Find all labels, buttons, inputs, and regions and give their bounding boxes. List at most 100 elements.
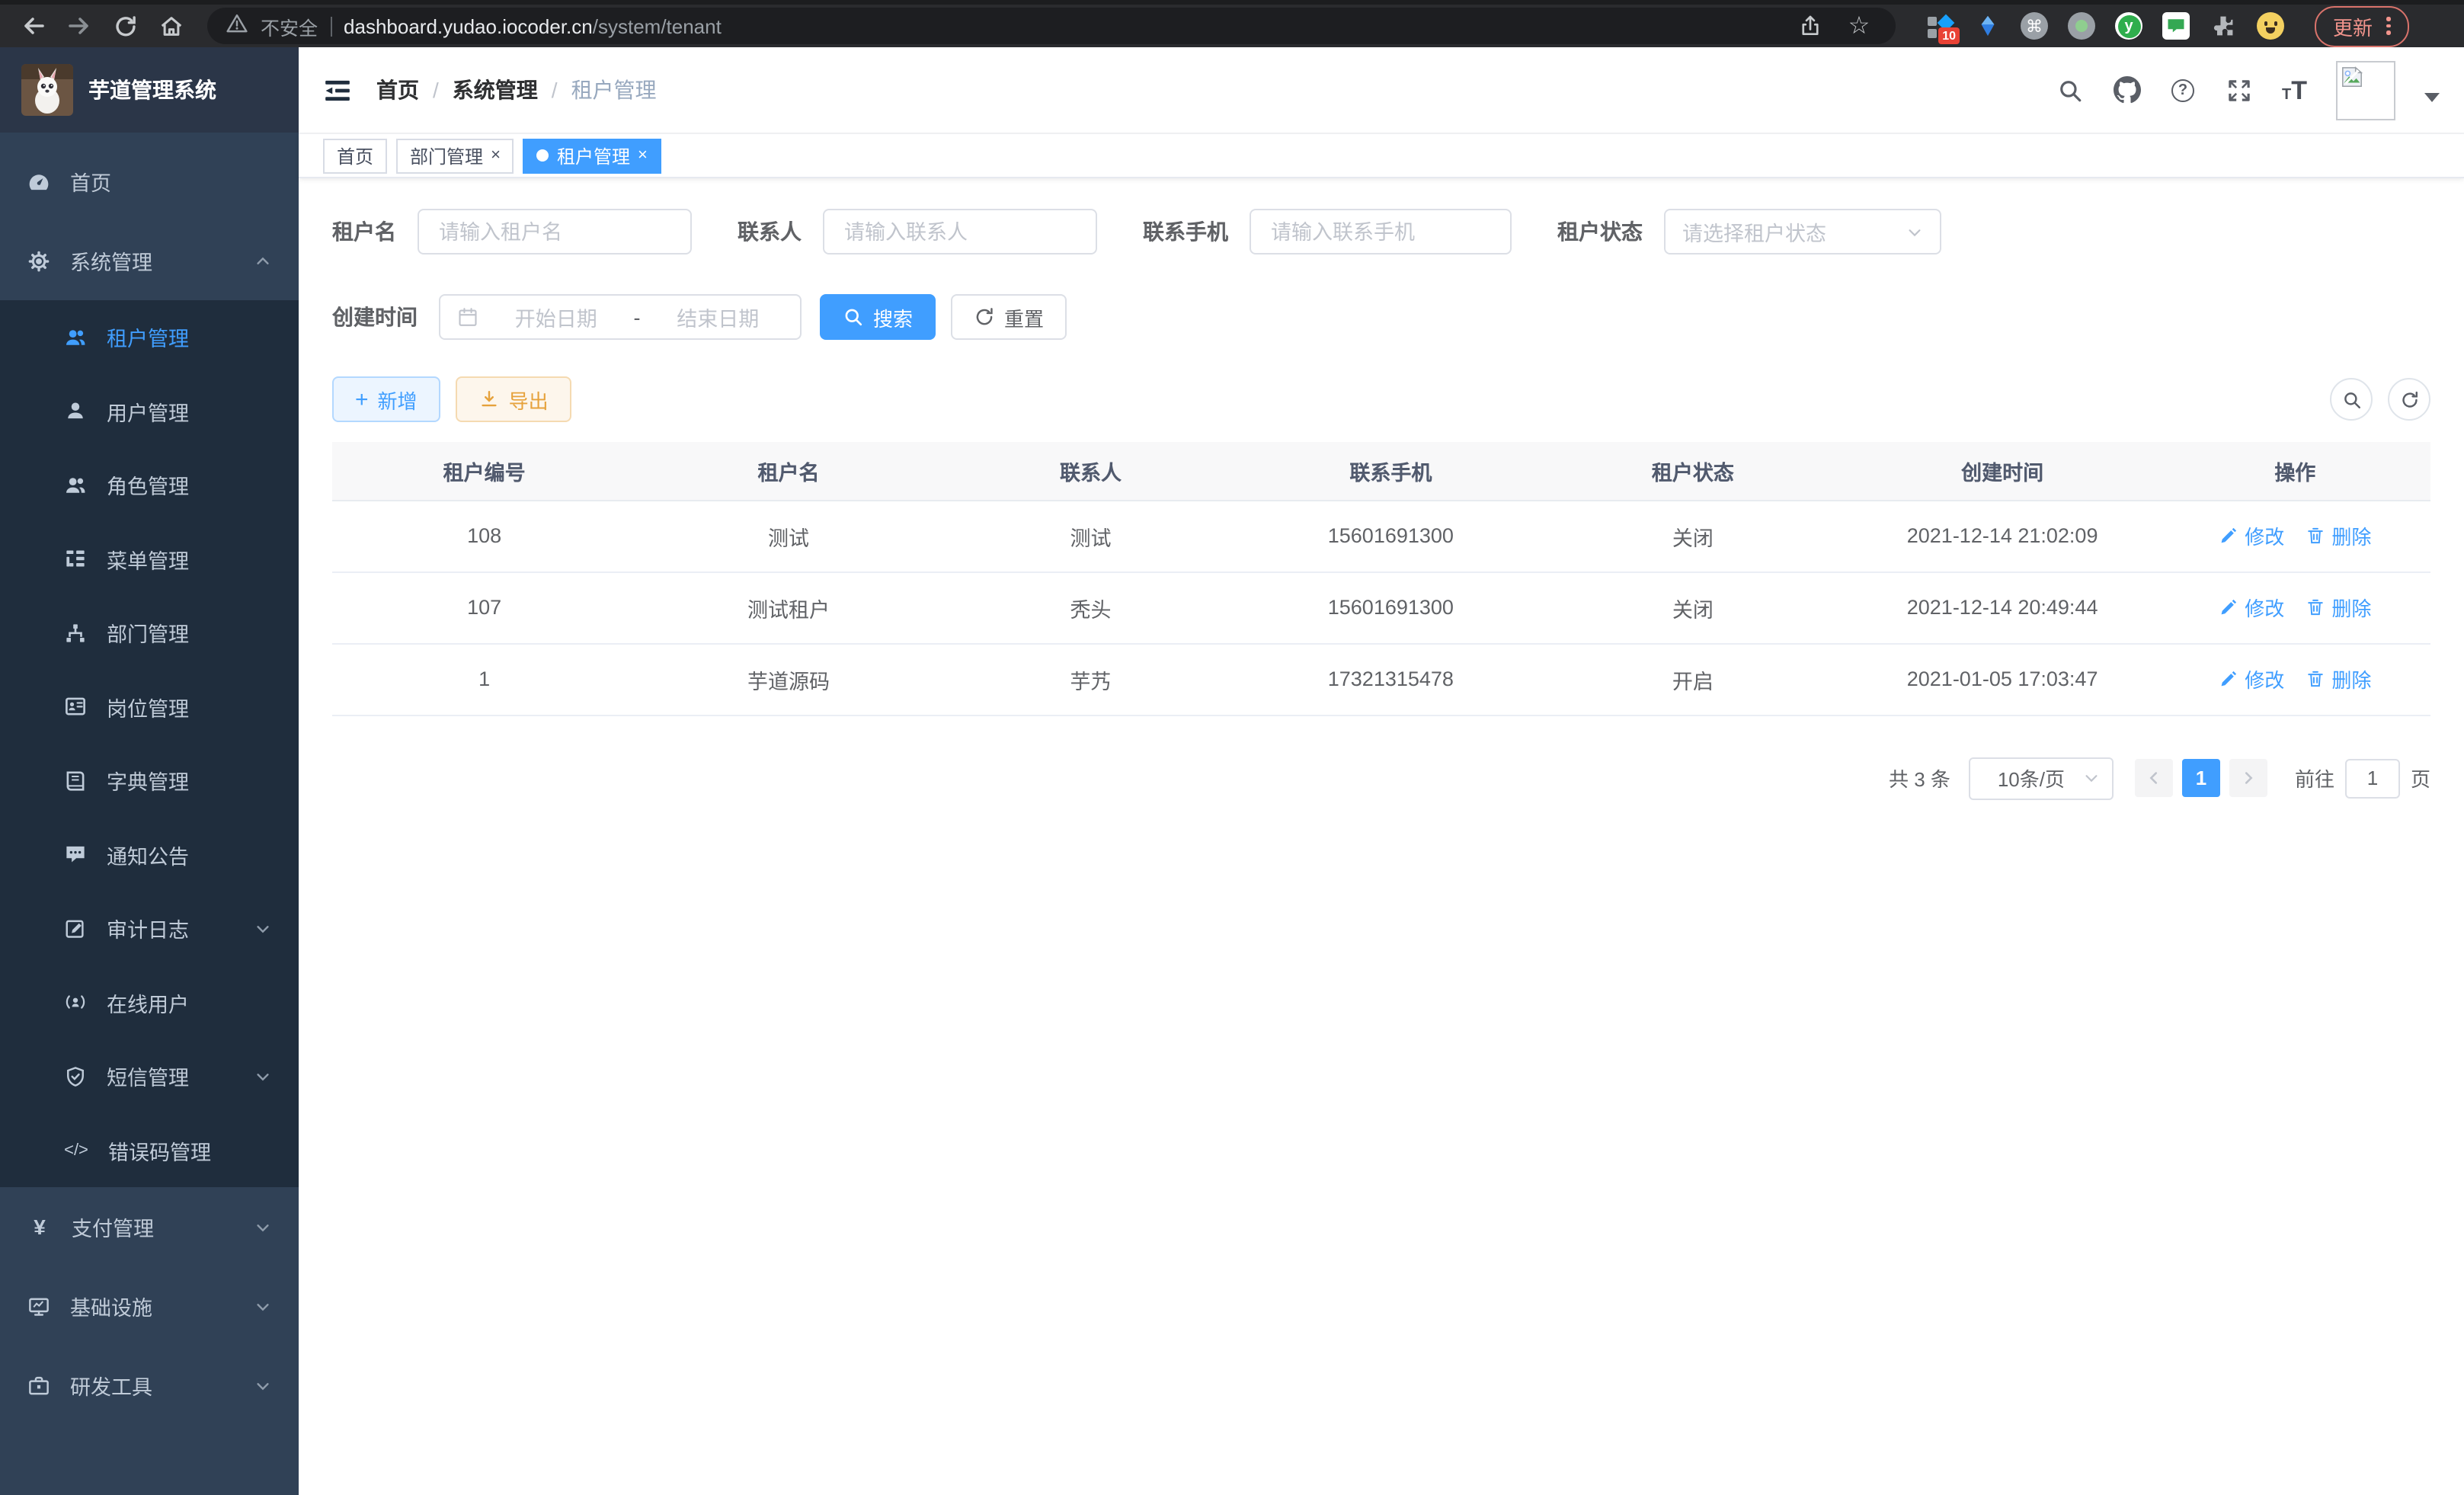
extension-grid-icon[interactable]: 10 bbox=[1926, 12, 1954, 40]
avatar-caret-icon[interactable] bbox=[2424, 92, 2440, 109]
next-page-button[interactable] bbox=[2229, 759, 2267, 797]
sidebar-item-online-users[interactable]: 在线用户 bbox=[0, 965, 299, 1039]
forward-icon[interactable] bbox=[61, 8, 98, 44]
extension-dot-icon[interactable] bbox=[2068, 12, 2095, 40]
back-icon[interactable] bbox=[15, 8, 52, 44]
col-ops: 操作 bbox=[2160, 442, 2430, 500]
sidebar-menu: 首页 系统管理 租户管理 用户管理 bbox=[0, 133, 299, 1495]
sidebar-item-pay[interactable]: ¥ 支付管理 bbox=[0, 1187, 299, 1266]
tag-dept[interactable]: 部门管理 × bbox=[396, 138, 514, 173]
prev-page-button[interactable] bbox=[2135, 759, 2173, 797]
sidebar-item-role[interactable]: 角色管理 bbox=[0, 448, 299, 522]
chrome-update-button[interactable]: 更新 bbox=[2315, 5, 2408, 46]
font-size-icon[interactable]: TT bbox=[2282, 77, 2307, 103]
extensions-puzzle-icon[interactable] bbox=[2210, 12, 2237, 40]
close-icon[interactable]: × bbox=[491, 147, 501, 164]
chevron-down-icon bbox=[254, 1377, 271, 1394]
page-size-select[interactable]: 10条/页 bbox=[1969, 757, 2114, 799]
delete-link[interactable]: 删除 bbox=[2306, 593, 2371, 622]
create-time-label: 创建时间 bbox=[332, 302, 418, 332]
reset-button[interactable]: 重置 bbox=[951, 294, 1067, 340]
sidebar-item-audit-log[interactable]: 审计日志 bbox=[0, 892, 299, 965]
tenant-table: 租户编号 租户名 联系人 联系手机 租户状态 创建时间 操作 108 测试 bbox=[332, 442, 2430, 715]
help-icon[interactable]: ? bbox=[2169, 76, 2197, 104]
sidebar-item-post[interactable]: 岗位管理 bbox=[0, 670, 299, 744]
sidebar-item-home[interactable]: 首页 bbox=[0, 142, 299, 221]
contact-input[interactable] bbox=[823, 209, 1097, 255]
sidebar-item-tenant[interactable]: 租户管理 bbox=[0, 300, 299, 374]
org-tree-icon bbox=[64, 622, 87, 645]
edit-link[interactable]: 修改 bbox=[2219, 664, 2284, 693]
sidebar-toggle-icon[interactable] bbox=[323, 75, 352, 104]
tenant-name-input[interactable] bbox=[418, 209, 692, 255]
edit-link[interactable]: 修改 bbox=[2219, 593, 2284, 622]
close-icon[interactable]: × bbox=[638, 147, 648, 164]
edit-link[interactable]: 修改 bbox=[2219, 521, 2284, 550]
sidebar-item-user[interactable]: 用户管理 bbox=[0, 374, 299, 448]
mobile-input[interactable] bbox=[1250, 209, 1512, 255]
address-bar[interactable]: 不安全 dashboard.yudao.iocoder.cn/system/te… bbox=[207, 8, 1896, 44]
sidebar-item-dept[interactable]: 部门管理 bbox=[0, 596, 299, 670]
sidebar-item-dict[interactable]: 字典管理 bbox=[0, 744, 299, 818]
pagination: 共 3 条 10条/页 1 前往 页 bbox=[332, 757, 2430, 799]
home-icon[interactable] bbox=[152, 8, 189, 44]
col-created: 创建时间 bbox=[1845, 442, 2160, 500]
reload-icon[interactable] bbox=[107, 8, 143, 44]
sidebar-item-devtools[interactable]: 研发工具 bbox=[0, 1346, 299, 1425]
sidebar-item-menu[interactable]: 菜单管理 bbox=[0, 522, 299, 596]
breadcrumb-system[interactable]: 系统管理 bbox=[453, 75, 538, 105]
date-range-input[interactable]: 开始日期 - 结束日期 bbox=[439, 294, 802, 340]
sidebar-item-infra[interactable]: 基础设施 bbox=[0, 1266, 299, 1346]
goto-label: 前往 bbox=[2295, 764, 2334, 792]
search-button[interactable]: 搜索 bbox=[820, 294, 936, 340]
github-icon[interactable] bbox=[2113, 76, 2140, 104]
breadcrumb: 首页 / 系统管理 / 租户管理 bbox=[376, 75, 657, 105]
fullscreen-icon[interactable] bbox=[2226, 76, 2253, 104]
tag-home[interactable]: 首页 bbox=[323, 138, 387, 173]
extension-y-icon[interactable]: y bbox=[2115, 12, 2142, 40]
user-avatar[interactable] bbox=[2336, 60, 2395, 120]
chevron-down-icon bbox=[254, 1218, 271, 1235]
add-button[interactable]: + 新增 bbox=[332, 376, 440, 422]
refresh-table-button[interactable] bbox=[2388, 378, 2430, 421]
extensions-cluster: 10 ⌘ y bbox=[1926, 12, 2284, 40]
chevron-down-icon bbox=[254, 1068, 271, 1085]
browser-menu-icon[interactable] bbox=[2386, 18, 2390, 35]
sidebar-item-system[interactable]: 系统管理 bbox=[0, 221, 299, 300]
tenant-name-label: 租户名 bbox=[332, 216, 396, 247]
dashboard-icon bbox=[27, 170, 50, 193]
security-label: 不安全 bbox=[261, 11, 318, 40]
sidebar-item-notice[interactable]: 通知公告 bbox=[0, 818, 299, 892]
page-number-1[interactable]: 1 bbox=[2182, 759, 2220, 797]
bookmark-star-icon[interactable]: ☆ bbox=[1841, 8, 1877, 44]
toggle-search-button[interactable] bbox=[2330, 378, 2373, 421]
extension-kite-icon[interactable] bbox=[1973, 12, 2001, 40]
app-logo: 芋道管理系统 bbox=[0, 47, 299, 133]
goto-page-input[interactable] bbox=[2345, 758, 2400, 798]
tag-tenant[interactable]: 租户管理 × bbox=[523, 138, 661, 173]
table-row: 107 测试租户 秃头 15601691300 关闭 2021-12-14 20… bbox=[332, 571, 2430, 643]
status-select[interactable]: 请选择租户状态 bbox=[1664, 209, 1941, 255]
delete-link[interactable]: 删除 bbox=[2306, 521, 2371, 550]
tags-view: 首页 部门管理 × 租户管理 × bbox=[299, 134, 2464, 178]
export-button[interactable]: 导出 bbox=[456, 376, 571, 422]
delete-link[interactable]: 删除 bbox=[2306, 664, 2371, 693]
id-badge-icon bbox=[64, 696, 87, 719]
breadcrumb-home[interactable]: 首页 bbox=[376, 75, 419, 105]
extension-chat-icon[interactable] bbox=[2162, 12, 2190, 40]
dictionary-icon bbox=[64, 770, 87, 792]
extension-cmd-icon[interactable]: ⌘ bbox=[2021, 12, 2048, 40]
total-count: 共 3 条 bbox=[1889, 764, 1950, 792]
breadcrumb-separator: / bbox=[433, 78, 439, 102]
table-toolbar: + 新增 导出 bbox=[332, 376, 2430, 422]
header-search-icon[interactable] bbox=[2056, 76, 2084, 104]
sidebar-item-sms[interactable]: 短信管理 bbox=[0, 1039, 299, 1113]
page-unit-label: 页 bbox=[2411, 764, 2430, 792]
col-status: 租户状态 bbox=[1541, 442, 1845, 500]
table-header-row: 租户编号 租户名 联系人 联系手机 租户状态 创建时间 操作 bbox=[332, 442, 2430, 500]
sidebar-item-error-code[interactable]: </> 错误码管理 bbox=[0, 1113, 299, 1187]
download-icon bbox=[478, 389, 500, 410]
profile-avatar-icon[interactable] bbox=[2257, 12, 2284, 40]
share-icon[interactable] bbox=[1792, 8, 1829, 44]
extension-badge: 10 bbox=[1938, 27, 1960, 44]
